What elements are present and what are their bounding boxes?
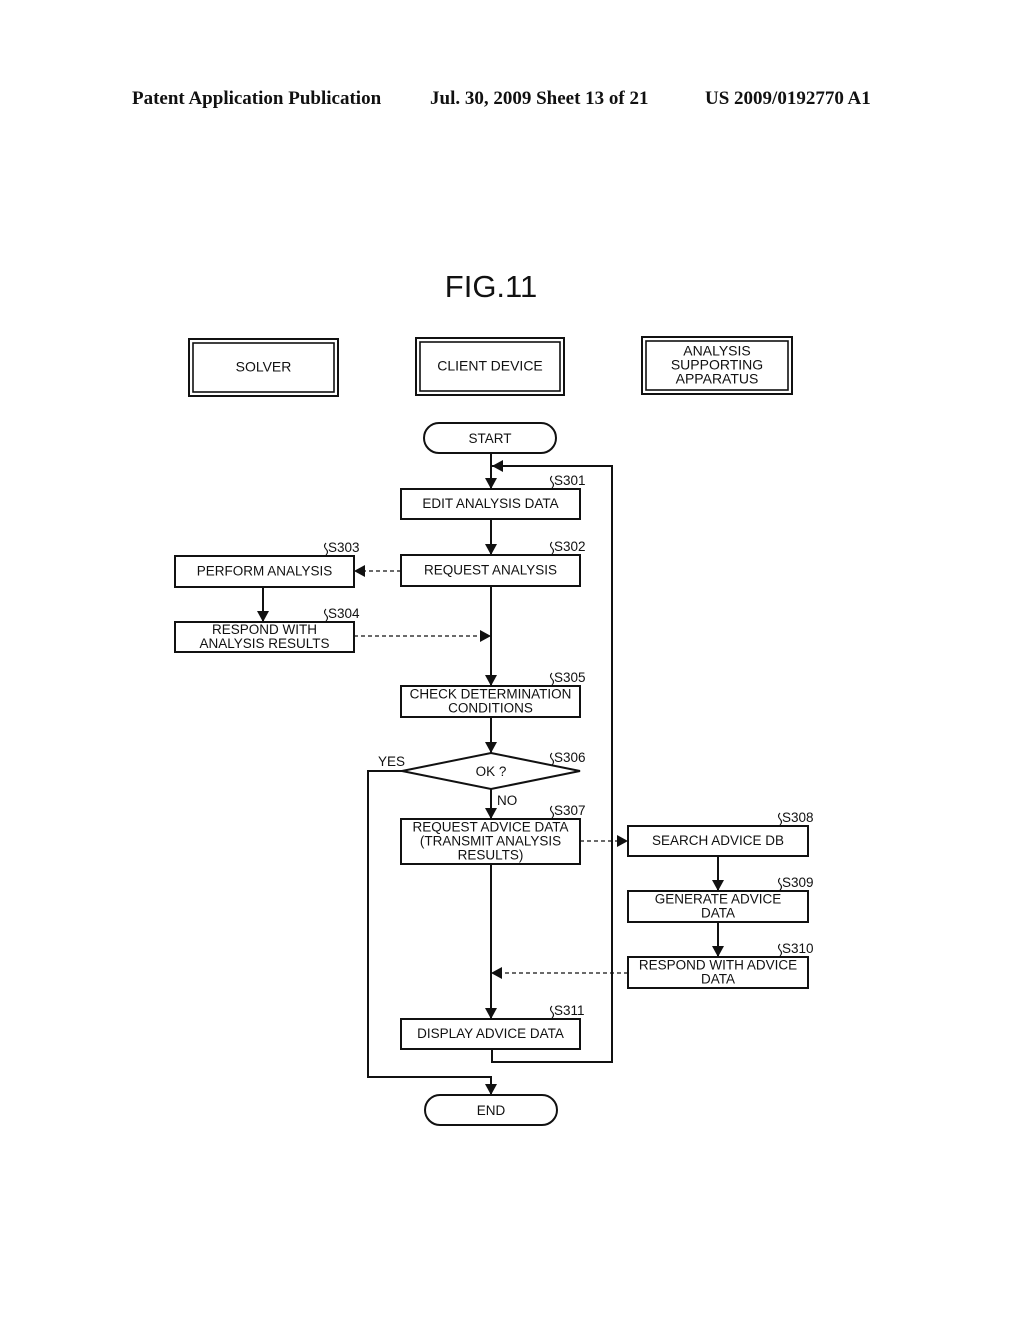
step-s308: SEARCH ADVICE DB S308 (627, 810, 814, 857)
process-text: CHECK DETERMINATION (410, 687, 572, 702)
lane-header-solver: SOLVER (188, 338, 339, 397)
process-text: RESPOND WITH (212, 622, 317, 637)
lane-header-analysis: ANALYSISSUPPORTINGAPPARATUS (641, 336, 793, 395)
step-s306: OK ? S306 (401, 750, 586, 791)
process-text: SEARCH ADVICE DB (652, 833, 784, 848)
process-text: CONDITIONS (448, 701, 533, 716)
process-text: DATA (701, 972, 735, 987)
process-text: RESPOND WITH ADVICE (639, 958, 797, 973)
arrowhead (485, 1084, 497, 1095)
decision-text: OK ? (476, 764, 507, 779)
arrowhead (485, 808, 497, 819)
step-number: S311 (554, 1003, 585, 1018)
process-text: DATA (701, 906, 735, 921)
arrowhead (257, 611, 269, 622)
step-s303: PERFORM ANALYSIS S303 (174, 540, 360, 588)
branch-label-no: NO (497, 793, 517, 808)
arrowhead (485, 742, 497, 753)
step-number: S305 (554, 670, 586, 685)
step-number: S309 (782, 875, 814, 890)
arrowhead (492, 460, 503, 472)
step-number: S303 (328, 540, 360, 555)
step-number: S302 (554, 539, 586, 554)
terminal-end: END (424, 1094, 558, 1126)
lane-header-label: APPARATUS (676, 371, 759, 387)
lane-header-client: CLIENT DEVICE (415, 337, 565, 396)
arrowhead (485, 544, 497, 555)
lane-header-label: CLIENT DEVICE (437, 358, 543, 374)
flowchart-diagram: FIG.11 SOLVER CLIENT DEVICE ANALYSISSUPPOR… (174, 269, 814, 1126)
arrowhead (485, 478, 497, 489)
arrowhead (485, 675, 497, 686)
arrowhead (712, 880, 724, 891)
step-number: S307 (554, 803, 586, 818)
process-text: REQUEST ADVICE DATA (412, 820, 568, 835)
arrowhead (485, 1008, 497, 1019)
lane-header-label: SOLVER (236, 359, 292, 375)
step-number: S306 (554, 750, 586, 765)
process-text: RESULTS) (458, 848, 524, 863)
process-text: EDIT ANALYSIS DATA (422, 496, 558, 511)
terminal-start: START (423, 422, 557, 454)
arrowhead (354, 565, 365, 577)
process-text: ANALYSIS RESULTS (199, 636, 329, 651)
process-text: PERFORM ANALYSIS (197, 564, 333, 579)
process-text: DISPLAY ADVICE DATA (417, 1026, 564, 1041)
arrowhead (480, 630, 491, 642)
terminal-label: END (477, 1103, 506, 1118)
step-number: S310 (782, 941, 814, 956)
step-number: S308 (782, 810, 814, 825)
terminal-label: START (468, 431, 511, 446)
step-number: S301 (554, 473, 586, 488)
step-number: S304 (328, 606, 360, 621)
branch-label-yes: YES (378, 754, 405, 769)
process-text: REQUEST ANALYSIS (424, 563, 557, 578)
figure-title: FIG.11 (445, 269, 537, 304)
arrowhead (712, 946, 724, 957)
arrowhead (491, 967, 502, 979)
process-text: GENERATE ADVICE (655, 892, 782, 907)
process-text: (TRANSMIT ANALYSIS (420, 834, 561, 849)
arrowhead (617, 835, 628, 847)
